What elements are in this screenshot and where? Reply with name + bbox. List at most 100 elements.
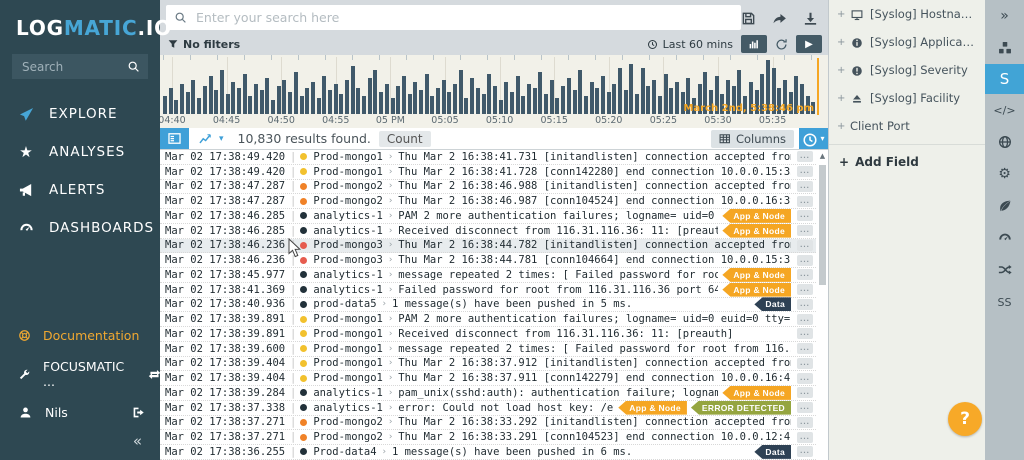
row-options-button[interactable]: ... bbox=[797, 284, 813, 295]
row-options-button[interactable]: ... bbox=[797, 358, 813, 369]
row-options-button[interactable]: ... bbox=[797, 373, 813, 384]
row-options-button[interactable]: ... bbox=[797, 402, 813, 413]
field-item[interactable]: +[Syslog] Hostname bbox=[829, 0, 985, 28]
download-icon[interactable] bbox=[803, 9, 818, 27]
field-item[interactable]: +[Syslog] Facility bbox=[829, 84, 985, 112]
histogram-bar bbox=[578, 70, 582, 114]
sidebar-search[interactable] bbox=[12, 54, 148, 79]
log-row[interactable]: Mar 02 17:38:46.236|Prod-mongo3›Thu Mar … bbox=[160, 253, 816, 268]
row-options-button[interactable]: ... bbox=[797, 151, 813, 162]
status-dot bbox=[300, 360, 307, 367]
field-item[interactable]: +[Syslog] Application N... bbox=[829, 28, 985, 56]
row-options-button[interactable]: ... bbox=[797, 387, 813, 398]
timeline-histogram[interactable]: 04:4004:4504:5004:5505 PM05:0505:1005:15… bbox=[160, 55, 828, 128]
log-row[interactable]: Mar 02 17:38:39.891|Prod-mongo1›Received… bbox=[160, 327, 816, 342]
field-item[interactable]: +[Syslog] Severity bbox=[829, 56, 985, 84]
sidebar-item-analyses[interactable]: ★ANALYSES bbox=[0, 133, 160, 171]
code-icon[interactable]: </> bbox=[985, 94, 1024, 126]
log-row[interactable]: Mar 02 17:38:46.285|analytics-1›PAM 2 mo… bbox=[160, 209, 816, 224]
histogram-bar bbox=[635, 94, 639, 114]
scroll-up-icon[interactable]: ▲ bbox=[818, 152, 827, 160]
log-row[interactable]: Mar 02 17:38:47.287|Prod-mongo2›Thu Mar … bbox=[160, 180, 816, 195]
query-search-input[interactable] bbox=[194, 9, 733, 26]
log-row[interactable]: Mar 02 17:38:36.255|Prod-data4›1 message… bbox=[160, 445, 816, 460]
histogram-toggle-button[interactable] bbox=[741, 35, 767, 53]
row-options-button[interactable]: ... bbox=[797, 181, 813, 192]
footer-item-focusmatic[interactable]: FOCUSMATIC ... bbox=[0, 351, 160, 397]
axis-tick-label: 05:35 bbox=[753, 115, 793, 126]
sidebar-item-explore[interactable]: EXPLORE bbox=[0, 95, 160, 133]
histogram-bar bbox=[373, 70, 377, 114]
log-row[interactable]: Mar 02 17:38:49.420|Prod-mongo1›Thu Mar … bbox=[160, 150, 816, 165]
sidebar-collapse-button[interactable]: « bbox=[0, 428, 160, 450]
tab-syslog[interactable]: S bbox=[985, 64, 1024, 94]
live-tail-button[interactable]: ▾ bbox=[799, 128, 828, 149]
log-row[interactable]: Mar 02 17:38:46.285|analytics-1›Received… bbox=[160, 224, 816, 239]
play-button[interactable]: ▶ bbox=[796, 35, 822, 53]
log-row[interactable]: Mar 02 17:38:39.600|Prod-mongo1›message … bbox=[160, 342, 816, 357]
filter-icon bbox=[168, 39, 178, 50]
gear-icon[interactable]: ⚙ bbox=[985, 158, 1024, 190]
leaf-icon[interactable] bbox=[985, 190, 1024, 222]
row-options-button[interactable]: ... bbox=[797, 269, 813, 280]
log-row[interactable]: Mar 02 17:38:39.404|Prod-mongo1›Thu Mar … bbox=[160, 371, 816, 386]
scrollbar-thumb[interactable] bbox=[819, 165, 826, 285]
row-options-button[interactable]: ... bbox=[797, 240, 813, 251]
status-dot bbox=[300, 434, 307, 441]
query-search[interactable] bbox=[166, 5, 741, 30]
row-options-button[interactable]: ... bbox=[797, 196, 813, 207]
shuffle-icon[interactable] bbox=[985, 254, 1024, 286]
sidebar-item-alerts[interactable]: ALERTS bbox=[0, 171, 160, 209]
log-row[interactable]: Mar 02 17:38:39.284|analytics-1›pam_unix… bbox=[160, 386, 816, 401]
chart-type-picker[interactable]: ▾ bbox=[199, 131, 224, 146]
save-icon[interactable] bbox=[741, 9, 756, 27]
help-button[interactable]: ? bbox=[948, 402, 982, 436]
share-icon[interactable] bbox=[772, 9, 787, 27]
swap-icon[interactable] bbox=[148, 367, 161, 382]
modules-icon[interactable] bbox=[985, 32, 1024, 64]
row-options-button[interactable]: ... bbox=[797, 417, 813, 428]
log-scrollbar[interactable]: ▲ bbox=[818, 152, 827, 458]
log-row[interactable]: Mar 02 17:38:37.271|Prod-mongo2›Thu Mar … bbox=[160, 430, 816, 445]
log-row[interactable]: Mar 02 17:38:45.977|analytics-1›message … bbox=[160, 268, 816, 283]
log-timestamp: Mar 02 17:38:46.285 bbox=[165, 210, 286, 222]
row-options-button[interactable]: ... bbox=[797, 210, 813, 221]
row-options-button[interactable]: ... bbox=[797, 299, 813, 310]
row-options-button[interactable]: ... bbox=[797, 432, 813, 443]
add-field-button[interactable]: + Add Field bbox=[829, 144, 985, 179]
time-range-selector[interactable]: Last 60 mins bbox=[647, 38, 733, 51]
row-options-button[interactable]: ... bbox=[797, 314, 813, 325]
footer-item-nils[interactable]: Nils bbox=[0, 397, 160, 428]
side-panel-toggle-button[interactable] bbox=[160, 128, 189, 149]
row-options-button[interactable]: ... bbox=[797, 255, 813, 266]
count-chip[interactable]: Count bbox=[379, 131, 431, 147]
row-options-button[interactable]: ... bbox=[797, 343, 813, 354]
log-row[interactable]: Mar 02 17:38:39.404|Prod-mongo1›Thu Mar … bbox=[160, 357, 816, 372]
signout-icon[interactable] bbox=[131, 405, 146, 420]
columns-button[interactable]: Columns bbox=[711, 130, 794, 148]
row-options-button[interactable]: ... bbox=[797, 446, 813, 457]
plus-icon: + bbox=[837, 37, 844, 48]
log-row[interactable]: Mar 02 17:38:40.936|prod-data5›1 message… bbox=[160, 298, 816, 313]
no-filters[interactable]: No filters bbox=[168, 38, 240, 51]
row-options-button[interactable]: ... bbox=[797, 166, 813, 177]
ss-label[interactable]: SS bbox=[985, 286, 1024, 318]
globe-icon[interactable] bbox=[985, 126, 1024, 158]
log-row[interactable]: Mar 02 17:38:41.369|analytics-1›Failed p… bbox=[160, 283, 816, 298]
log-row[interactable]: Mar 02 17:38:37.271|Prod-mongo2›Thu Mar … bbox=[160, 416, 816, 431]
footer-item-documentation[interactable]: Documentation bbox=[0, 320, 160, 351]
log-message: Received disconnect from 116.31.116.36: … bbox=[398, 328, 791, 340]
log-row[interactable]: Mar 02 17:38:39.891|Prod-mongo1›PAM 2 mo… bbox=[160, 312, 816, 327]
dashboard-icon[interactable] bbox=[985, 222, 1024, 254]
log-row[interactable]: Mar 02 17:38:47.287|Prod-mongo2›Thu Mar … bbox=[160, 194, 816, 209]
expand-right-icon[interactable]: » bbox=[985, 0, 1024, 32]
log-row[interactable]: Mar 02 17:38:37.338|analytics-1›error: C… bbox=[160, 401, 816, 416]
row-options-button[interactable]: ... bbox=[797, 328, 813, 339]
log-row[interactable]: Mar 02 17:38:46.236|Prod-mongo3›Thu Mar … bbox=[160, 239, 816, 254]
sidebar-search-input[interactable] bbox=[20, 59, 127, 75]
log-row[interactable]: Mar 02 17:38:49.420|Prod-mongo1›Thu Mar … bbox=[160, 165, 816, 180]
row-options-button[interactable]: ... bbox=[797, 225, 813, 236]
refresh-icon[interactable] bbox=[775, 37, 788, 52]
sidebar-item-dashboards[interactable]: DASHBOARDS bbox=[0, 209, 160, 247]
field-item[interactable]: +Client Port bbox=[829, 112, 985, 140]
